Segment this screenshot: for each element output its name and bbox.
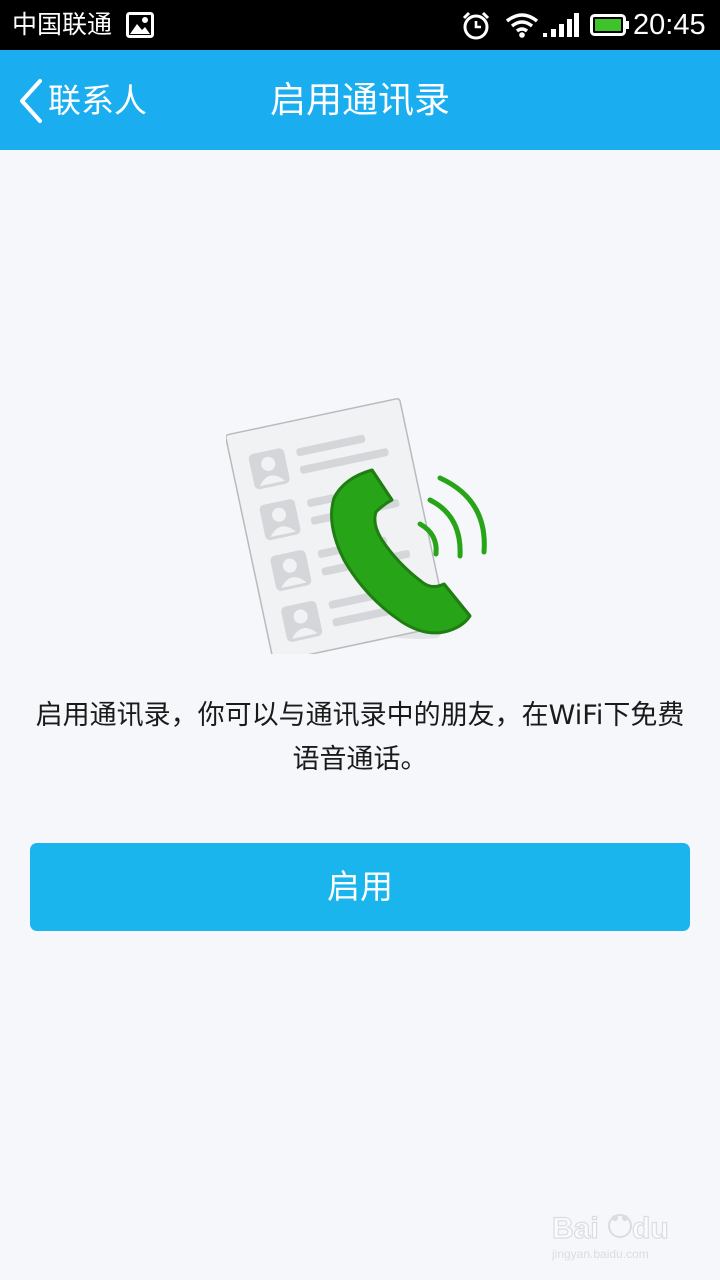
page-title: 启用通讯录: [269, 80, 450, 121]
gallery-icon: [126, 12, 154, 42]
status-clock: 20:45: [633, 9, 706, 41]
wifi-icon: [505, 12, 539, 42]
svg-text:du: du: [632, 1212, 669, 1245]
carrier-name: 中国联通: [12, 10, 113, 39]
enable-button[interactable]: 启用: [30, 843, 690, 931]
svg-text:Bai: Bai: [552, 1212, 599, 1245]
signal-icon: [543, 12, 579, 42]
status-bar: 中国联通 20:45: [0, 0, 720, 50]
baidu-watermark-logo: Bai du jingyan.baidu.com: [551, 1204, 702, 1264]
title-bar: 联系人 启用通讯录: [0, 50, 720, 150]
description-text: 启用通讯录，你可以与通讯录中的朋友，在WiFi下免费语音通话。: [35, 700, 685, 775]
svg-text:jingyan.baidu.com: jingyan.baidu.com: [552, 1247, 649, 1261]
alarm-icon: [461, 11, 491, 45]
contacts-phone-icon: [225, 392, 496, 663]
battery-icon: [590, 14, 630, 40]
